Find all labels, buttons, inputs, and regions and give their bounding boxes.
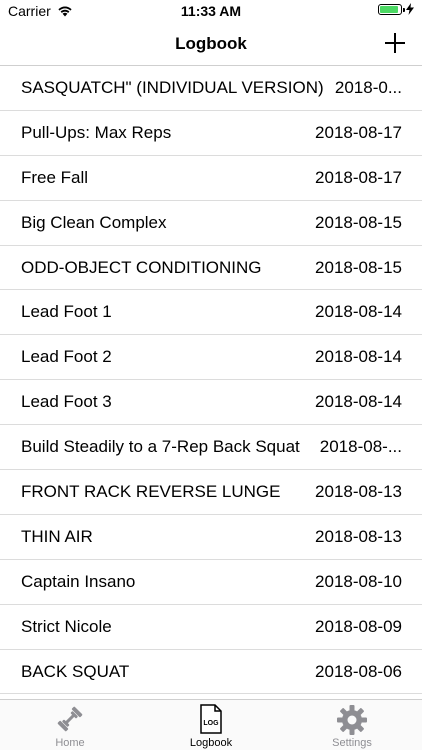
logbook-entry[interactable]: Captain Insano 2018-08-10 [0, 560, 422, 605]
entry-name: BACK SQUAT [21, 661, 130, 681]
logbook-entry[interactable]: Free Fall 2018-08-17 [0, 156, 422, 201]
logbook-entry[interactable]: Build Steadily to a 7-Rep Back Squat 201… [0, 425, 422, 471]
entry-date: 2018-08-14 [309, 392, 402, 413]
navigation-bar: Logbook [0, 22, 422, 66]
logbook-entry[interactable]: Strict Nicole 2018-08-09 [0, 605, 422, 650]
entry-name: Strict Nicole [21, 616, 112, 636]
status-right [378, 3, 414, 15]
entry-date: 2018-0... [328, 78, 402, 98]
entry-date: 2018-08-13 [309, 526, 402, 547]
charging-bolt-icon [406, 3, 414, 15]
status-time: 11:33 AM [180, 3, 242, 19]
tab-label: Home [55, 737, 85, 749]
dumbbell-icon [57, 706, 83, 732]
entry-date: 2018-08-17 [309, 122, 402, 143]
entry-name: Pull-Ups: Max Reps [21, 122, 172, 142]
logbook-list[interactable]: SASQUATCH" (INDIVIDUAL VERSION) 2018-0..… [0, 66, 422, 699]
logbook-entry[interactable]: BACK SQUAT 2018-08-06 [0, 650, 422, 695]
entry-date: 2018-08-17 [309, 167, 402, 188]
logbook-entry[interactable]: Pull-Ups: Max Reps 2018-08-17 [0, 111, 422, 156]
log-icon-text: LOG [203, 720, 219, 727]
entry-name: Lead Foot 3 [21, 392, 112, 412]
gear-icon [337, 705, 367, 735]
tab-bar: Home LOG Logbook Settings [0, 699, 422, 750]
tab-home[interactable]: Home [0, 700, 140, 751]
entry-date: 2018-08-09 [309, 616, 402, 637]
tab-settings[interactable]: Settings [282, 700, 422, 751]
tab-label: Settings [332, 737, 372, 749]
entry-date: 2018-08-06 [309, 661, 402, 682]
log-document-icon: LOG [200, 704, 222, 734]
page-title: Logbook [175, 34, 247, 53]
logbook-entry[interactable]: Lead Foot 2 2018-08-14 [0, 335, 422, 381]
battery-icon [378, 3, 405, 15]
entry-name: Big Clean Complex [21, 212, 167, 232]
entry-date: 2018-08-15 [309, 257, 402, 278]
entry-name: SASQUATCH" (INDIVIDUAL VERSION) [21, 78, 324, 97]
logbook-entry[interactable]: ODD-OBJECT CONDITIONING 2018-08-15 [0, 246, 422, 291]
entry-date: 2018-08-... [313, 437, 402, 458]
tab-logbook[interactable]: LOG Logbook [141, 700, 281, 751]
add-entry-button[interactable] [380, 28, 410, 58]
status-bar: Carrier 11:33 AM [0, 0, 422, 22]
entry-name: Build Steadily to a 7-Rep Back Squat [21, 437, 300, 457]
logbook-entry[interactable]: Lead Foot 3 2018-08-14 [0, 380, 422, 426]
entry-name: FRONT RACK REVERSE LUNGE [21, 482, 281, 502]
logbook-entry[interactable]: FRONT RACK REVERSE LUNGE 2018-08-13 [0, 470, 422, 515]
entry-date: 2018-08-15 [309, 212, 402, 233]
entry-date: 2018-08-10 [309, 571, 402, 592]
entry-name: ODD-OBJECT CONDITIONING [21, 257, 262, 277]
logbook-entry[interactable]: SASQUATCH" (INDIVIDUAL VERSION) 2018-0..… [0, 66, 422, 111]
entry-name: Lead Foot 1 [21, 302, 112, 322]
entry-date: 2018-08-13 [309, 482, 402, 503]
battery-level [380, 5, 398, 13]
logbook-entry[interactable]: Big Clean Complex 2018-08-15 [0, 201, 422, 246]
entry-date: 2018-08-14 [309, 302, 402, 323]
entry-name: THIN AIR [21, 526, 93, 546]
entry-date: 2018-08-14 [309, 347, 402, 368]
entry-name: Captain Insano [21, 571, 136, 591]
logbook-entry[interactable]: Lead Foot 1 2018-08-14 [0, 290, 422, 336]
entry-name: Free Fall [21, 167, 89, 187]
logbook-entry[interactable]: THIN AIR 2018-08-13 [0, 515, 422, 560]
plus-icon [385, 33, 405, 53]
entry-name: Lead Foot 2 [21, 347, 112, 367]
tab-label: Logbook [189, 737, 233, 749]
